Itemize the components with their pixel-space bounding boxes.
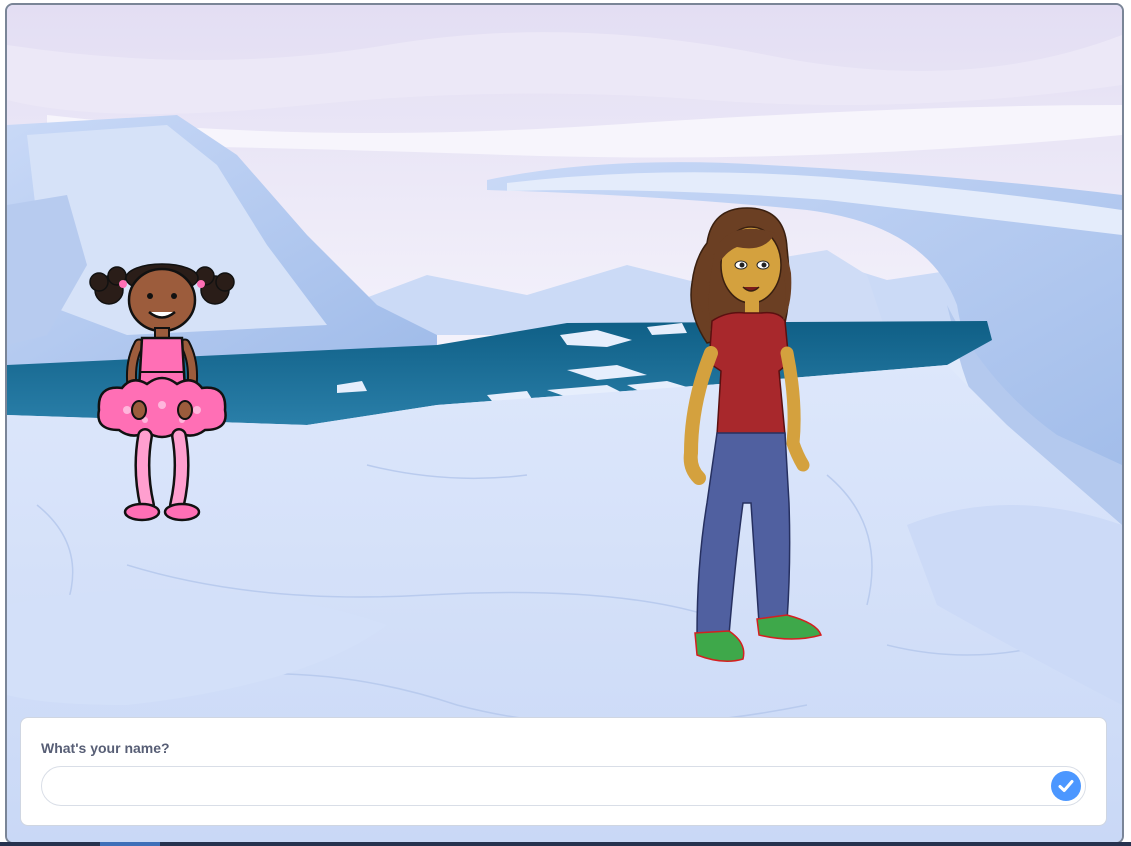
ballerina-sprite[interactable] bbox=[87, 260, 237, 525]
submit-answer-button[interactable] bbox=[1051, 771, 1081, 801]
answer-input[interactable] bbox=[41, 766, 1086, 806]
check-icon bbox=[1058, 780, 1074, 792]
ask-prompt: What's your name? bbox=[20, 717, 1107, 826]
stage[interactable]: What's your name? bbox=[5, 3, 1124, 844]
bottom-strip bbox=[0, 842, 1131, 846]
girl-sprite[interactable] bbox=[667, 203, 837, 673]
ask-question: What's your name? bbox=[41, 740, 170, 756]
